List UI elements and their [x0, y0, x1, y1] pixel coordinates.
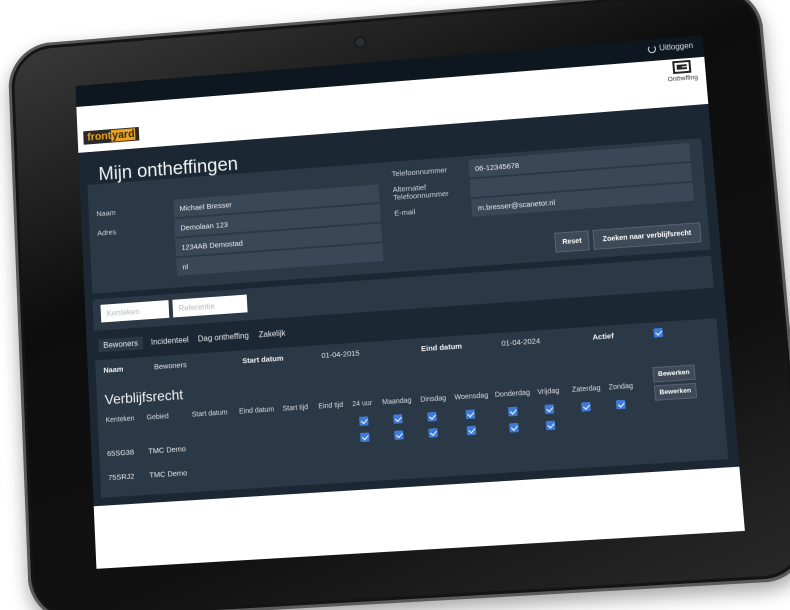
col-zaterdag: Zaterdag [571, 384, 601, 394]
col-eind-tijd: Eind tijd [318, 401, 344, 411]
eind-datum-value: 01-04-2024 [501, 336, 541, 348]
logout-label: Uitloggen [658, 41, 694, 53]
main-content: Mijn ontheffingen Naam Michael Bresser A… [78, 103, 745, 569]
row1-woensdag-checkbox[interactable] [465, 409, 476, 420]
tab-incidenteel[interactable]: Incidenteel [151, 335, 189, 346]
naam-header: Naam [103, 364, 124, 375]
bewerken-button-2[interactable]: Bewerken [653, 382, 697, 401]
app-screen: Uitloggen front yard Ontheffing Mijn onth… [75, 35, 745, 569]
row2-dinsdag-checkbox[interactable] [428, 428, 438, 438]
ontheffing-label: Ontheffing [667, 74, 699, 84]
camera [355, 37, 365, 47]
email-label: E-mail [393, 207, 416, 218]
row2-24-uur-checkbox[interactable] [360, 432, 370, 443]
logout-button[interactable]: Uitloggen [647, 41, 694, 53]
row2-donderdag-checkbox[interactable] [509, 422, 519, 433]
reset-button[interactable]: Reset [554, 230, 590, 253]
col-eind-datum: Eind datum [238, 406, 275, 416]
kenteken-input[interactable]: Kenteken [100, 300, 170, 323]
col-dinsdag: Dinsdag [420, 395, 447, 404]
row2-vrijdag-checkbox[interactable] [545, 420, 556, 431]
row1-vrijdag-checkbox[interactable] [544, 404, 555, 415]
actief-checkbox[interactable] [653, 327, 664, 338]
logo-part-2: yard [110, 128, 136, 142]
tablet-frame: Uitloggen front yard Ontheffing Mijn onth… [7, 0, 790, 610]
col-maandag: Maandag [382, 397, 412, 407]
actief-header: Actief [592, 331, 615, 342]
adres-label: Adres [97, 227, 117, 238]
tab-bewoners[interactable]: Bewoners [98, 336, 144, 353]
verblijfsrecht-title: Verblijfsrecht [104, 386, 184, 408]
row1-zondag-checkbox[interactable] [615, 399, 626, 410]
tab-dag-ontheffing[interactable]: Dag ontheffing [198, 331, 249, 343]
naam-label: Naam [96, 208, 116, 219]
row2-woensdag-checkbox[interactable] [466, 425, 477, 436]
row1-24-uur-checkbox[interactable] [359, 416, 369, 426]
row1-dinsdag-checkbox[interactable] [427, 411, 437, 422]
col-24-uur: 24 uur [352, 399, 373, 409]
row2-gebied: TMC Demo [149, 468, 188, 480]
tab-zakelijk[interactable]: Zakelijk [258, 329, 285, 340]
col-start-tijd: Start tijd [282, 404, 309, 413]
row2-kenteken: 75SRJ2 [107, 471, 135, 483]
col-woensdag: Woensdag [454, 392, 489, 402]
referentie-input[interactable]: Referentie [172, 294, 248, 318]
ontheffing-nav[interactable]: Ontheffing [666, 59, 698, 83]
col-vrijdag: Vrijdag [537, 387, 560, 397]
frontyard-logo[interactable]: front yard [83, 126, 140, 145]
naam-value: Bewoners [153, 360, 187, 372]
telefoon-label: Telefoonnummer [391, 165, 448, 179]
start-datum-value: 01-04-2015 [321, 348, 360, 361]
row1-donderdag-checkbox[interactable] [507, 406, 518, 417]
col-gebied: Gebied [146, 413, 169, 422]
row1-gebied: TMC Demo [148, 444, 187, 456]
eind-datum-header: Eind datum [420, 341, 463, 354]
search-verblijfsrecht-button[interactable]: Zoeken naar verblijfsrecht [592, 222, 702, 250]
col-start-datum: Start datum [191, 409, 228, 419]
bewerken-button-1[interactable]: Bewerken [652, 364, 696, 383]
id-card-icon [672, 59, 692, 75]
col-zondag: Zondag [608, 382, 634, 392]
row1-kenteken: 65SG38 [106, 447, 135, 459]
power-icon [647, 44, 657, 53]
row1-zaterdag-checkbox[interactable] [581, 401, 591, 412]
logo-part-1: front [87, 130, 112, 144]
start-datum-header: Start datum [242, 353, 284, 366]
row2-maandag-checkbox[interactable] [394, 430, 404, 440]
col-donderdag: Donderdag [494, 389, 531, 399]
row1-maandag-checkbox[interactable] [393, 414, 403, 424]
col-kenteken: Kenteken [105, 415, 135, 425]
